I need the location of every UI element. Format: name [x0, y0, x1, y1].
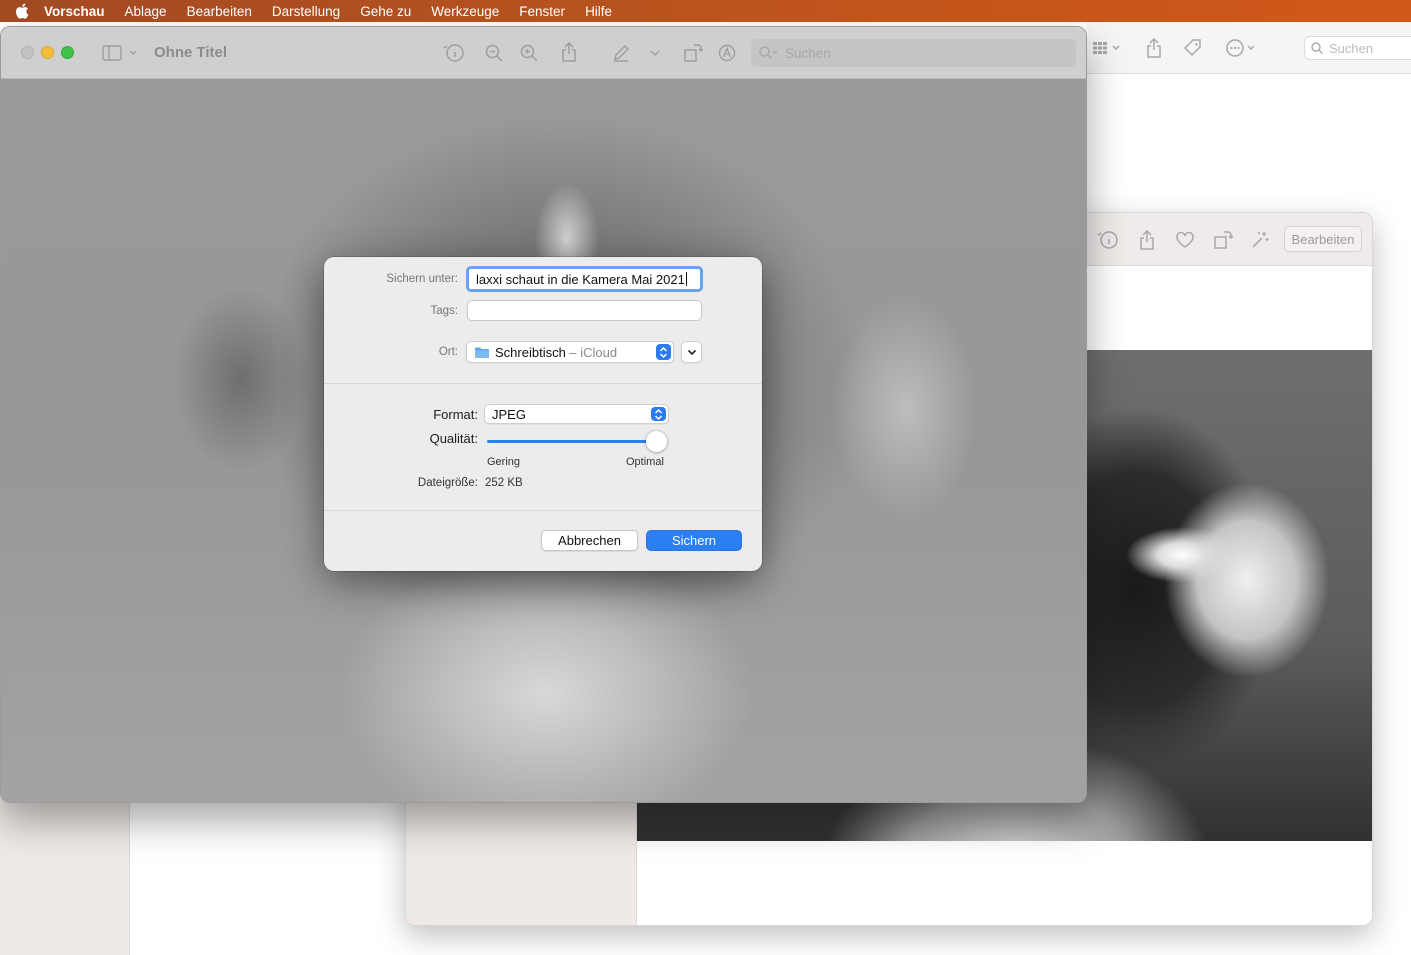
- zoom-button[interactable]: [61, 46, 74, 59]
- menu-fenster[interactable]: Fenster: [519, 4, 565, 19]
- sidebar-toggle-icon[interactable]: [101, 41, 141, 65]
- text-cursor: [685, 272, 687, 286]
- expand-dialog-button[interactable]: [681, 341, 702, 363]
- heart-icon[interactable]: [1173, 229, 1197, 251]
- search-icon: [759, 46, 778, 59]
- search-icon: [1311, 42, 1323, 54]
- menu-gehe-zu[interactable]: Gehe zu: [360, 4, 411, 19]
- grid-view-icon[interactable]: [1090, 36, 1126, 60]
- menu-bar: Vorschau Ablage Bearbeiten Darstellung G…: [0, 0, 1411, 22]
- save-as-input[interactable]: laxxi schaut in die Kamera Mai 2021: [466, 266, 703, 292]
- location-name: Schreibtisch: [495, 344, 566, 360]
- location-label: Ort:: [438, 346, 458, 358]
- window-title: Ohne Titel: [154, 44, 228, 61]
- markup-pen-icon[interactable]: [609, 41, 633, 65]
- menu-darstellung[interactable]: Darstellung: [272, 4, 340, 19]
- save-as-label: Sichern unter:: [386, 273, 458, 285]
- annotate-icon[interactable]: [715, 41, 739, 65]
- preview-front-toolbar: Ohne Titel Suchen: [1, 27, 1086, 79]
- tags-input[interactable]: [467, 300, 702, 321]
- format-popup[interactable]: JPEG: [484, 404, 669, 424]
- location-popup[interactable]: Schreibtisch – iCloud: [466, 341, 674, 363]
- format-label: Format:: [433, 407, 478, 422]
- zoom-out-icon[interactable]: [482, 41, 506, 65]
- chevron-down-icon: [687, 349, 696, 355]
- menu-app-name[interactable]: Vorschau: [44, 4, 105, 19]
- filesize-label: Dateigröße:: [417, 477, 478, 489]
- quality-slider-knob[interactable]: [645, 431, 667, 452]
- search-placeholder: Suchen: [785, 45, 831, 61]
- edit-button[interactable]: Bearbeiten: [1284, 226, 1362, 252]
- more-options-icon[interactable]: [1224, 36, 1260, 60]
- popup-stepper-icon: [651, 407, 666, 421]
- share-icon[interactable]: [1144, 36, 1164, 60]
- magic-wand-icon[interactable]: [1248, 228, 1272, 252]
- quality-slider-track[interactable]: [487, 440, 657, 443]
- chevron-down-icon[interactable]: [647, 43, 663, 63]
- background-search-field[interactable]: Suchen: [1304, 36, 1411, 60]
- tag-icon[interactable]: [1182, 36, 1204, 60]
- tags-label: Tags:: [430, 305, 459, 317]
- save-as-value: laxxi schaut in die Kamera Mai 2021: [476, 271, 685, 287]
- menu-werkzeuge[interactable]: Werkzeuge: [431, 4, 499, 19]
- apple-menu-icon[interactable]: [0, 3, 44, 19]
- minimize-button[interactable]: [41, 46, 54, 59]
- zoom-in-icon[interactable]: [517, 41, 541, 65]
- dialog-divider-top: [324, 383, 762, 384]
- folder-icon: [474, 346, 490, 359]
- menu-bearbeiten[interactable]: Bearbeiten: [187, 4, 252, 19]
- share-icon[interactable]: [557, 40, 581, 64]
- info-icon[interactable]: [1096, 229, 1120, 251]
- save-dialog: Sichern unter: laxxi schaut in die Kamer…: [324, 257, 762, 571]
- menu-ablage[interactable]: Ablage: [125, 4, 167, 19]
- cancel-button[interactable]: Abbrechen: [541, 530, 638, 551]
- save-button[interactable]: Sichern: [646, 530, 742, 551]
- location-suffix: – iCloud: [565, 344, 618, 360]
- menu-hilfe[interactable]: Hilfe: [585, 4, 612, 19]
- rotate-icon[interactable]: [1212, 228, 1234, 252]
- info-icon[interactable]: [442, 41, 466, 65]
- quality-min-label: Gering: [487, 456, 521, 468]
- popup-stepper-icon: [656, 344, 671, 360]
- background-search-placeholder: Suchen: [1329, 40, 1374, 56]
- share-icon[interactable]: [1136, 228, 1158, 252]
- rotate-icon[interactable]: [681, 41, 705, 65]
- search-field[interactable]: Suchen: [751, 39, 1076, 67]
- format-value: JPEG: [492, 406, 526, 422]
- dialog-divider-bottom: [324, 510, 762, 511]
- quality-label: Qualität:: [429, 431, 478, 446]
- filesize-value: 252 KB: [485, 477, 523, 489]
- close-button[interactable]: [21, 46, 34, 59]
- quality-max-label: Optimal: [626, 456, 664, 468]
